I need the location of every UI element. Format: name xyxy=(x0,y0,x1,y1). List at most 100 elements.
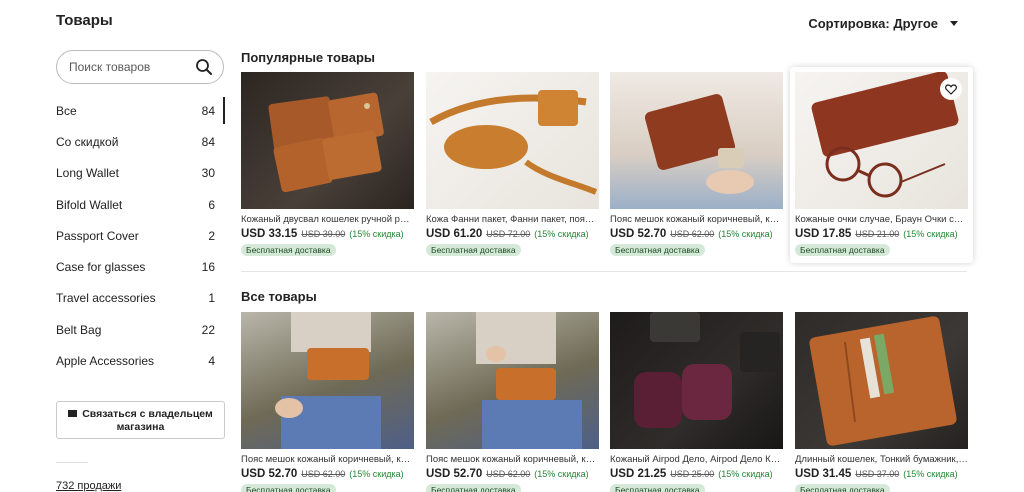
product-image[interactable] xyxy=(610,72,783,209)
discount-label: (15% скидка) xyxy=(718,229,773,239)
category-list: Все 84 Со скидкой 84 Long Wallet 30 Bifold … xyxy=(56,95,225,377)
price-line: USD 17.85 USD 21.00 (15% скидка) xyxy=(795,228,968,240)
search-box xyxy=(56,50,224,84)
product-image[interactable] xyxy=(241,312,414,449)
discount-label: (15% скидка) xyxy=(349,469,404,479)
category-count: 2 xyxy=(208,228,215,243)
free-shipping-badge: Бесплатная доставка xyxy=(241,244,336,256)
product-card[interactable]: Кожаный двусвал кошелек ручной работы US… xyxy=(241,72,414,258)
product-card[interactable]: Длинный кошелек, Тонкий бумажник, Кожаны… xyxy=(795,312,968,492)
category-item-case-for-glasses[interactable]: Case for glasses 16 xyxy=(56,251,225,282)
product-card[interactable]: Пояс мешок кожаный коричневый, кожаный U… xyxy=(241,312,414,492)
price-line: USD 33.15 USD 39.00 (15% скидка) xyxy=(241,228,414,240)
product-price: USD 17.85 xyxy=(795,228,852,240)
caret-down-icon xyxy=(950,21,958,26)
product-title[interactable]: Пояс мешок кожаный коричневый, кожаный xyxy=(610,214,783,225)
category-label: Bifold Wallet xyxy=(56,197,123,212)
favorite-button[interactable] xyxy=(940,78,962,100)
product-title[interactable]: Кожаный Airpod Дело, Airpod Дело Кожаный xyxy=(610,454,783,465)
heart-icon xyxy=(945,83,957,95)
old-price: USD 62.00 xyxy=(486,469,531,479)
free-shipping-badge: Бесплатная доставка xyxy=(426,484,521,492)
section-title-popular: Популярные товары xyxy=(241,50,376,65)
product-price: USD 21.25 xyxy=(610,468,667,480)
free-shipping-badge: Бесплатная доставка xyxy=(795,484,890,492)
product-title[interactable]: Кожаные очки случае, Браун Очки случае xyxy=(795,214,968,225)
category-item-travel-accessories[interactable]: Travel accessories 1 xyxy=(56,283,225,314)
contact-owner-button[interactable]: Связаться с владельцем магазина xyxy=(56,401,225,439)
free-shipping-badge: Бесплатная доставка xyxy=(610,484,705,492)
discount-label: (15% скидка) xyxy=(718,469,773,479)
category-count: 22 xyxy=(201,322,215,337)
category-item-apple-accessories[interactable]: Apple Accessories 4 xyxy=(56,345,225,376)
product-title[interactable]: Пояс мешок кожаный коричневый, кожаный xyxy=(426,454,599,465)
sort-dropdown[interactable]: Сортировка: Другое xyxy=(808,16,958,31)
product-image[interactable] xyxy=(795,72,968,209)
category-count: 16 xyxy=(201,260,215,275)
product-title[interactable]: Пояс мешок кожаный коричневый, кожаный xyxy=(241,454,414,465)
old-price: USD 25.00 xyxy=(670,469,715,479)
price-line: USD 31.45 USD 37.00 (15% скидка) xyxy=(795,468,968,480)
product-card[interactable]: Пояс мешок кожаный коричневый, кожаный U… xyxy=(426,312,599,492)
price-line: USD 52.70 USD 62.00 (15% скидка) xyxy=(610,228,783,240)
price-line: USD 61.20 USD 72.00 (15% скидка) xyxy=(426,228,599,240)
category-label: Case for glasses xyxy=(56,260,146,275)
old-price: USD 72.00 xyxy=(486,229,531,239)
product-image[interactable] xyxy=(426,72,599,209)
category-count: 30 xyxy=(201,166,215,181)
category-item-long-wallet[interactable]: Long Wallet 30 xyxy=(56,158,225,189)
product-image[interactable] xyxy=(241,72,414,209)
category-label: Со скидкой xyxy=(56,134,119,149)
category-item-sale[interactable]: Со скидкой 84 xyxy=(56,126,225,157)
section-divider xyxy=(241,271,967,272)
product-card[interactable]: Кожаный Airpod Дело, Airpod Дело Кожаный… xyxy=(610,312,783,492)
price-line: USD 52.70 USD 62.00 (15% скидка) xyxy=(241,468,414,480)
discount-label: (15% скидка) xyxy=(534,229,589,239)
category-count: 6 xyxy=(208,197,215,212)
free-shipping-badge: Бесплатная доставка xyxy=(426,244,521,256)
category-label: Все xyxy=(56,103,77,118)
sort-label: Сортировка: Другое xyxy=(808,16,938,31)
product-card[interactable]: Кожаные очки случае, Браун Очки случае U… xyxy=(790,67,973,263)
category-label: Passport Cover xyxy=(56,228,139,243)
category-count: 84 xyxy=(201,134,215,149)
product-card[interactable]: Кожа Фанни пакет, Фанни пакет, пояс сумк… xyxy=(426,72,599,258)
product-title[interactable]: Длинный кошелек, Тонкий бумажник, Кожаны… xyxy=(795,454,968,465)
price-line: USD 52.70 USD 62.00 (15% скидка) xyxy=(426,468,599,480)
old-price: USD 37.00 xyxy=(855,469,900,479)
divider xyxy=(56,462,88,463)
category-item-passport-cover[interactable]: Passport Cover 2 xyxy=(56,220,225,251)
page-title: Товары xyxy=(56,12,113,29)
product-card[interactable]: Пояс мешок кожаный коричневый, кожаный U… xyxy=(610,72,783,258)
price-line: USD 21.25 USD 25.00 (15% скидка) xyxy=(610,468,783,480)
product-price: USD 33.15 xyxy=(241,228,298,240)
discount-label: (15% скидка) xyxy=(534,469,589,479)
search-icon[interactable] xyxy=(195,58,213,76)
product-title[interactable]: Кожаный двусвал кошелек ручной работы xyxy=(241,214,414,225)
search-input[interactable] xyxy=(69,60,179,74)
old-price: USD 21.00 xyxy=(855,229,900,239)
product-price: USD 52.70 xyxy=(426,468,483,480)
old-price: USD 62.00 xyxy=(670,229,715,239)
old-price: USD 39.00 xyxy=(301,229,346,239)
product-image[interactable] xyxy=(795,312,968,449)
category-label: Travel accessories xyxy=(56,291,156,306)
discount-label: (15% скидка) xyxy=(903,469,958,479)
sales-link[interactable]: 732 продажи xyxy=(56,480,121,492)
product-image[interactable] xyxy=(610,312,783,449)
product-image[interactable] xyxy=(426,312,599,449)
category-label: Apple Accessories xyxy=(56,354,155,369)
message-icon xyxy=(68,409,78,417)
old-price: USD 62.00 xyxy=(301,469,346,479)
category-item-belt-bag[interactable]: Belt Bag 22 xyxy=(56,314,225,345)
category-item-bifold-wallet[interactable]: Bifold Wallet 6 xyxy=(56,189,225,220)
section-title-all: Все товары xyxy=(241,289,317,304)
product-price: USD 52.70 xyxy=(610,228,667,240)
free-shipping-badge: Бесплатная доставка xyxy=(241,484,336,492)
product-title[interactable]: Кожа Фанни пакет, Фанни пакет, пояс сумк… xyxy=(426,214,599,225)
category-count: 4 xyxy=(208,354,215,369)
category-item-all[interactable]: Все 84 xyxy=(56,95,225,126)
free-shipping-badge: Бесплатная доставка xyxy=(610,244,705,256)
free-shipping-badge: Бесплатная доставка xyxy=(795,244,890,256)
contact-label: Связаться с владельцем магазина xyxy=(82,408,213,433)
